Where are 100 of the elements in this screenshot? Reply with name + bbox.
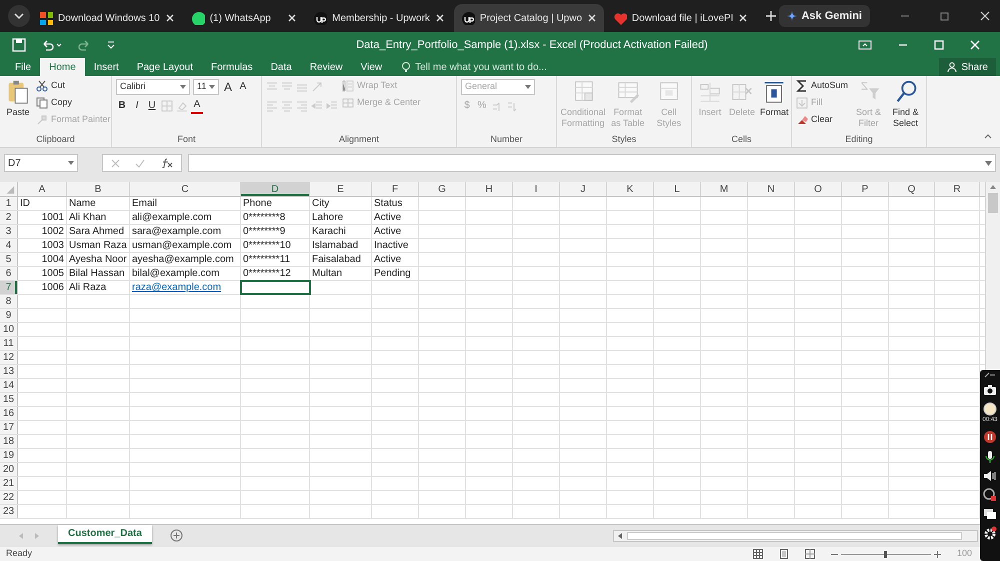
- row-header[interactable]: 1: [0, 197, 18, 210]
- column-header[interactable]: O: [795, 182, 842, 196]
- grow-font-button[interactable]: A: [222, 79, 234, 95]
- ribbon-button[interactable]: AutoSum: [796, 79, 848, 93]
- normal-view-icon[interactable]: [752, 549, 763, 559]
- column-header[interactable]: B: [67, 182, 130, 196]
- dropdown-field[interactable]: 11: [193, 79, 219, 95]
- font-color-button[interactable]: A: [191, 98, 203, 114]
- underline-button[interactable]: U: [146, 98, 158, 114]
- ribbon-button[interactable]: Cut: [36, 79, 66, 93]
- row-header[interactable]: 16: [0, 407, 18, 420]
- ask-gemini-button[interactable]: Ask Gemini: [779, 5, 870, 27]
- function-icon[interactable]: [161, 158, 174, 168]
- previous-sheet-icon[interactable]: [18, 532, 24, 540]
- browser-tab[interactable]: (1) WhatsApp: [184, 4, 304, 32]
- column-header[interactable]: M: [701, 182, 748, 196]
- webcam-icon[interactable]: [983, 488, 997, 502]
- row-header[interactable]: 23: [0, 505, 18, 518]
- column-header[interactable]: J: [560, 182, 607, 196]
- column-header[interactable]: I: [513, 182, 560, 196]
- add-sheet-icon[interactable]: [170, 529, 183, 542]
- row-header[interactable]: 13: [0, 365, 18, 378]
- ribbon-button[interactable]: Find & Select: [889, 79, 922, 129]
- name-box[interactable]: D7: [4, 154, 78, 172]
- row-header[interactable]: 15: [0, 393, 18, 406]
- row-header[interactable]: 19: [0, 449, 18, 462]
- close-icon[interactable]: [287, 13, 298, 23]
- microphone-icon[interactable]: [984, 450, 996, 464]
- bold-button[interactable]: B: [116, 98, 128, 114]
- ribbon-button[interactable]: Format: [760, 79, 789, 118]
- ribbon-button[interactable]: Copy: [36, 96, 72, 110]
- row-header[interactable]: 20: [0, 463, 18, 476]
- tell-me-field[interactable]: Tell me what you want to do...: [401, 58, 547, 76]
- column-header[interactable]: A: [18, 182, 67, 196]
- close-icon[interactable]: [434, 13, 445, 23]
- row-header[interactable]: 9: [0, 309, 18, 322]
- page-break-icon[interactable]: [804, 549, 815, 559]
- save-icon[interactable]: [12, 38, 26, 52]
- check-icon[interactable]: [135, 158, 146, 168]
- next-sheet-icon[interactable]: [34, 532, 40, 540]
- slider-thumb[interactable]: [884, 550, 888, 558]
- close-icon[interactable]: [587, 13, 598, 23]
- ribbon-tab[interactable]: Review: [300, 58, 352, 76]
- column-header[interactable]: D: [241, 182, 310, 196]
- shrink-font-button[interactable]: A: [237, 79, 249, 95]
- row-header[interactable]: 6: [0, 267, 18, 280]
- column-header[interactable]: E: [310, 182, 372, 196]
- row-header[interactable]: 12: [0, 351, 18, 364]
- browser-tab[interactable]: Download file | iLovePI: [606, 4, 756, 32]
- ribbon-options-icon[interactable]: [858, 40, 872, 50]
- browser-tab[interactable]: Membership - Upwork: [306, 4, 452, 32]
- share-button[interactable]: Share: [939, 58, 996, 76]
- row-header[interactable]: 14: [0, 379, 18, 392]
- close-icon[interactable]: [164, 13, 175, 23]
- ribbon-button[interactable]: Clear: [796, 113, 833, 127]
- ribbon-tab[interactable]: Formulas: [202, 58, 262, 76]
- restore-icon[interactable]: [940, 11, 950, 21]
- ribbon-tab[interactable]: View: [352, 58, 392, 76]
- horizontal-scrollbar[interactable]: [613, 530, 978, 542]
- ribbon-button[interactable]: Paste: [4, 79, 32, 118]
- record-icon[interactable]: [982, 402, 997, 416]
- row-header[interactable]: 5: [0, 253, 18, 266]
- row-header[interactable]: 17: [0, 421, 18, 434]
- active-cell[interactable]: [241, 281, 310, 294]
- customize-icon[interactable]: [106, 40, 116, 50]
- column-header[interactable]: H: [466, 182, 513, 196]
- maximize-icon[interactable]: [934, 40, 944, 50]
- ribbon-tab[interactable]: Page Layout: [128, 58, 202, 76]
- dropdown-field[interactable]: Calibri: [116, 79, 190, 95]
- scroll-up-icon[interactable]: [989, 183, 997, 191]
- row-header[interactable]: 22: [0, 491, 18, 504]
- ribbon-tab[interactable]: Data: [262, 58, 301, 76]
- column-header[interactable]: Q: [889, 182, 935, 196]
- row-header[interactable]: 21: [0, 477, 18, 490]
- row-header[interactable]: 18: [0, 435, 18, 448]
- browser-tab[interactable]: Download Windows 10: [32, 4, 182, 32]
- column-header[interactable]: P: [842, 182, 889, 196]
- collapse-ribbon-icon[interactable]: [984, 133, 992, 139]
- close-icon[interactable]: [738, 13, 748, 23]
- zoom-in-icon[interactable]: [934, 550, 941, 558]
- column-header[interactable]: L: [654, 182, 701, 196]
- camera-icon[interactable]: [983, 384, 997, 396]
- column-header[interactable]: N: [748, 182, 795, 196]
- scroll-left-icon[interactable]: [616, 532, 624, 540]
- browser-tab[interactable]: Project Catalog | Upwo: [454, 4, 604, 32]
- page-layout-icon[interactable]: [778, 549, 789, 559]
- scroll-thumb[interactable]: [988, 193, 998, 213]
- close-icon[interactable]: [980, 11, 990, 21]
- formula-field[interactable]: [188, 154, 996, 172]
- column-header[interactable]: K: [607, 182, 654, 196]
- row-header[interactable]: 2: [0, 211, 18, 224]
- row-header[interactable]: 3: [0, 225, 18, 238]
- pause-icon[interactable]: [983, 430, 997, 444]
- hyperlink[interactable]: raza@example.com: [132, 280, 222, 295]
- scroll-thumb[interactable]: [627, 532, 962, 540]
- row-header[interactable]: 7: [0, 281, 18, 294]
- column-header[interactable]: R: [935, 182, 980, 196]
- row-header[interactable]: 8: [0, 295, 18, 308]
- ribbon-tab[interactable]: Home: [40, 58, 85, 76]
- row-header[interactable]: 4: [0, 239, 18, 252]
